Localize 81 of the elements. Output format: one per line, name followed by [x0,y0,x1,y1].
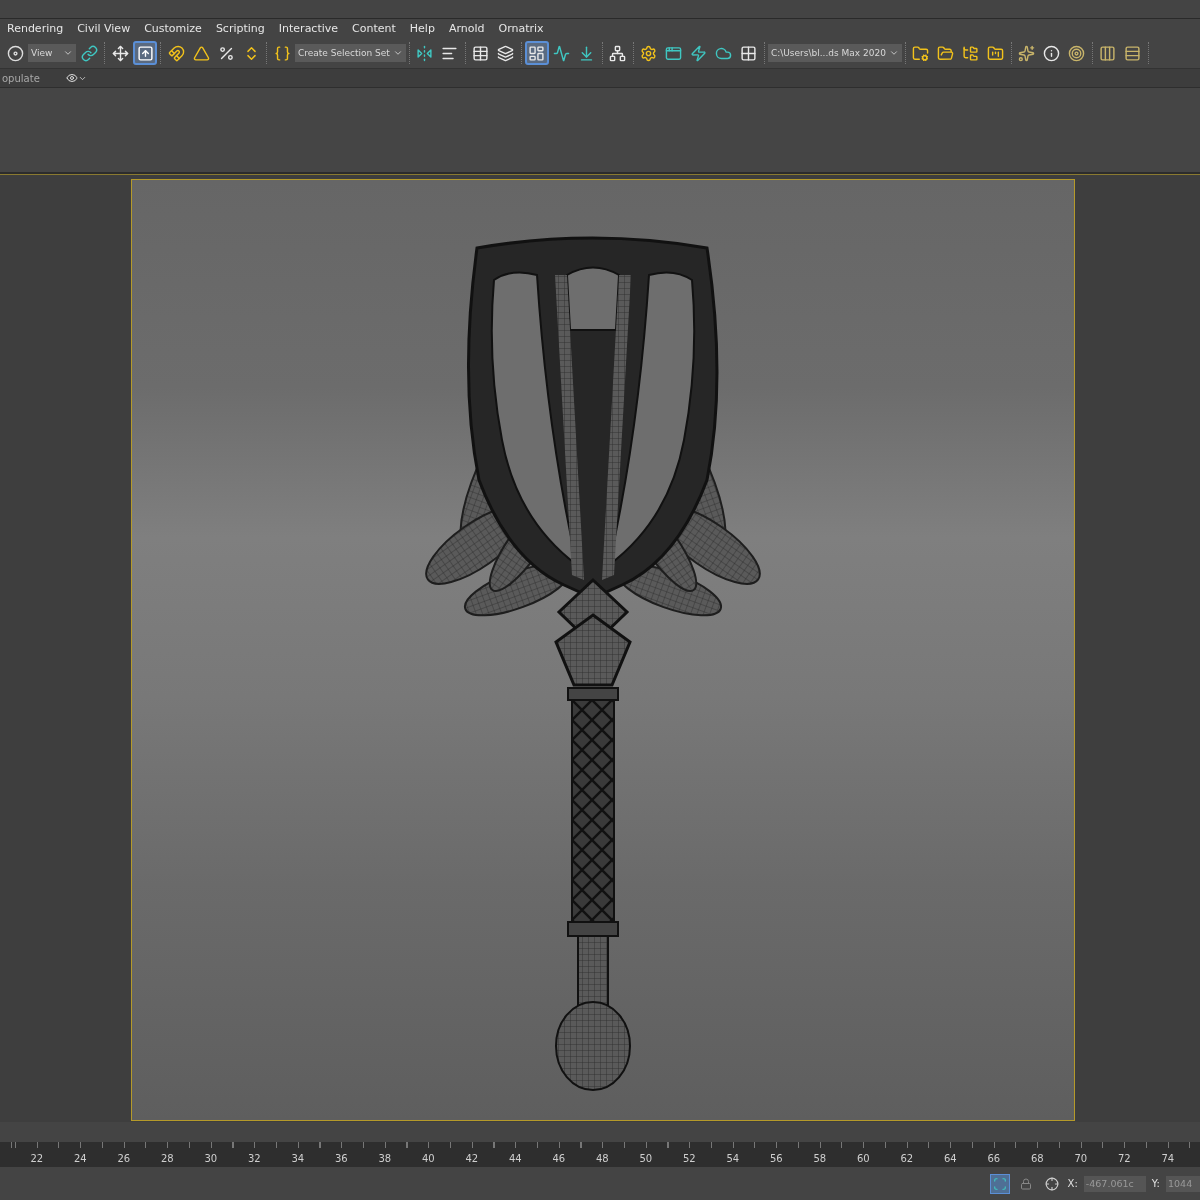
grid-icon [740,44,758,62]
braces-icon [273,44,291,62]
schematic-icon [609,44,627,62]
folder-gear-icon [912,44,930,62]
rows-icon [1124,44,1142,62]
link-icon [80,44,98,62]
menu-item[interactable]: Rendering [7,22,64,35]
folder-tree-icon [962,44,980,62]
snap-icon [167,44,185,62]
crosshair-icon [1044,1176,1059,1191]
frame-number: 38 [377,1153,393,1166]
disc-icon [6,44,24,62]
frame-number: 34 [290,1153,306,1166]
frame-number: 32 [246,1153,262,1166]
caret-icon [888,48,899,58]
mirror-icon [416,44,434,62]
frame-number: 58 [812,1153,828,1166]
ribbon-tab[interactable]: opulate [0,72,40,84]
frame-number: 30 [203,1153,219,1166]
layers-icon [497,44,515,62]
frame-number: 62 [899,1153,915,1166]
frame-number: 22 [29,1153,45,1166]
frame-number: 68 [1029,1153,1045,1166]
frame-number: 74 [1160,1153,1176,1166]
layout-button[interactable] [524,41,549,65]
folder-chart-icon [987,44,1005,62]
frame-number: 64 [942,1153,958,1166]
menu-item[interactable]: Scripting [215,22,265,35]
frame-number: 46 [551,1153,567,1166]
selection-lock-button[interactable] [989,1173,1010,1194]
window-icon [665,44,683,62]
frame-number: 48 [594,1153,610,1166]
layout-icon [528,44,546,62]
frame-number: 60 [855,1153,871,1166]
frame-number: 54 [725,1153,741,1166]
timeline-ruler[interactable]: 22 24 26 28 30 32 34 36 38 40 42 44 46 48 50 52 54 56 58 60 62 64 66 68 70 72 74 [0,1142,1200,1167]
frame-number: 44 [507,1153,523,1166]
frame-number: 40 [420,1153,436,1166]
menu-item[interactable]: Customize [144,22,202,35]
y-label: Y: [1151,1178,1160,1189]
frame-number: 50 [638,1153,654,1166]
menu-item[interactable]: Civil View [77,22,131,35]
frame-number: 72 [1116,1153,1132,1166]
caret-icon [392,48,403,58]
menu-item[interactable]: Arnold [448,22,485,35]
frame-number: 28 [159,1153,175,1166]
move-icon [111,44,129,62]
frame-number: 24 [72,1153,88,1166]
select-button[interactable] [133,41,157,65]
frame-number: 36 [333,1153,349,1166]
lightning-icon [690,44,708,62]
eye-icon [65,72,78,84]
menu-item[interactable]: Help [409,22,435,35]
frame-number: 70 [1073,1153,1089,1166]
sparkle-icon [1018,44,1036,62]
lock-icon [1019,1177,1032,1190]
frame-number: 42 [464,1153,480,1166]
percent-snap-icon [217,44,235,62]
frame-number: 26 [116,1153,132,1166]
selection-icon [992,1176,1007,1191]
x-label: X: [1067,1178,1078,1189]
table-icon [472,44,490,62]
caret-icon [63,48,73,58]
columns-icon [1099,44,1117,62]
menu-item[interactable]: Content [352,22,396,35]
info-icon [1043,44,1061,62]
target-icon [1068,44,1086,62]
angle-snap-icon [192,44,210,62]
ribbon-toggle-button[interactable] [65,72,87,84]
menu-item[interactable]: Ornatrix [498,22,544,35]
folder-icon [937,44,955,62]
frame-number: 56 [768,1153,784,1166]
curve-icon [553,44,571,62]
menu-item[interactable]: Interactive [278,22,339,35]
frame-number: 52 [681,1153,697,1166]
frame-number: 66 [986,1153,1002,1166]
dropdown[interactable]: Create Selection Set [295,44,406,62]
settings-icon [640,44,658,62]
dropdown[interactable]: C:\Users\bl...ds Max 2020 [767,44,902,62]
dropdown[interactable]: View [28,44,76,62]
select-icon [136,44,154,62]
